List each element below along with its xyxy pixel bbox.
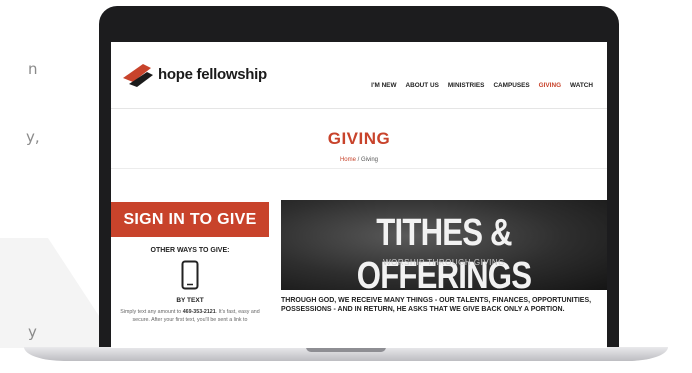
tithes-banner: TITHES & OFFERINGS WORSHIP THROUGH GIVIN… xyxy=(281,200,607,290)
nav-item-giving[interactable]: GIVING xyxy=(539,82,561,89)
left-text-fragment-3: y xyxy=(28,323,37,341)
nav-item-about-us[interactable]: ABOUT US xyxy=(405,82,438,89)
logo-text: hope fellowship xyxy=(158,65,267,83)
left-text-fragment-2: y, xyxy=(26,128,40,146)
main-nav: I'M NEW ABOUT US MINISTRIES CAMPUSES GIV… xyxy=(371,82,593,89)
text-giving-number: 469-353-2121 xyxy=(182,309,216,315)
breadcrumb-current: Giving xyxy=(361,157,379,163)
sign-in-to-give-button[interactable]: SIGN IN TO GIVE xyxy=(111,202,269,237)
giving-intro-text: THROUGH GOD, WE RECEIVE MANY THINGS - OU… xyxy=(281,297,592,313)
breadcrumb-home-link[interactable]: Home xyxy=(340,157,356,163)
hope-fellowship-logo-icon xyxy=(123,64,153,87)
divider xyxy=(111,168,607,169)
banner-title: TITHES & OFFERINGS xyxy=(356,212,532,290)
by-text-heading: BY TEXT xyxy=(176,297,204,304)
laptop-screen: hope fellowship I'M NEW ABOUT US MINISTR… xyxy=(111,42,607,348)
site-logo[interactable]: hope fellowship xyxy=(121,60,267,88)
other-ways-heading: OTHER WAYS TO GIVE: xyxy=(150,247,230,254)
nav-item-watch[interactable]: WATCH xyxy=(570,82,593,89)
banner-subtitle: WORSHIP THROUGH GIVING xyxy=(383,258,505,267)
nav-item-im-new[interactable]: I'M NEW xyxy=(371,82,396,89)
breadcrumb: Home / Giving xyxy=(111,157,607,163)
site-header: hope fellowship I'M NEW ABOUT US MINISTR… xyxy=(111,42,607,109)
left-text-fragment-1: n xyxy=(28,60,38,78)
page-title: GIVING xyxy=(327,129,391,148)
text-desc-before: Simply text any amount to xyxy=(120,309,183,315)
nav-item-campuses[interactable]: CAMPUSES xyxy=(493,82,529,89)
nav-item-ministries[interactable]: MINISTRIES xyxy=(448,82,485,89)
mobile-phone-icon xyxy=(181,260,199,290)
text-giving-description: Simply text any amount to 469-353-2121. … xyxy=(115,308,265,324)
